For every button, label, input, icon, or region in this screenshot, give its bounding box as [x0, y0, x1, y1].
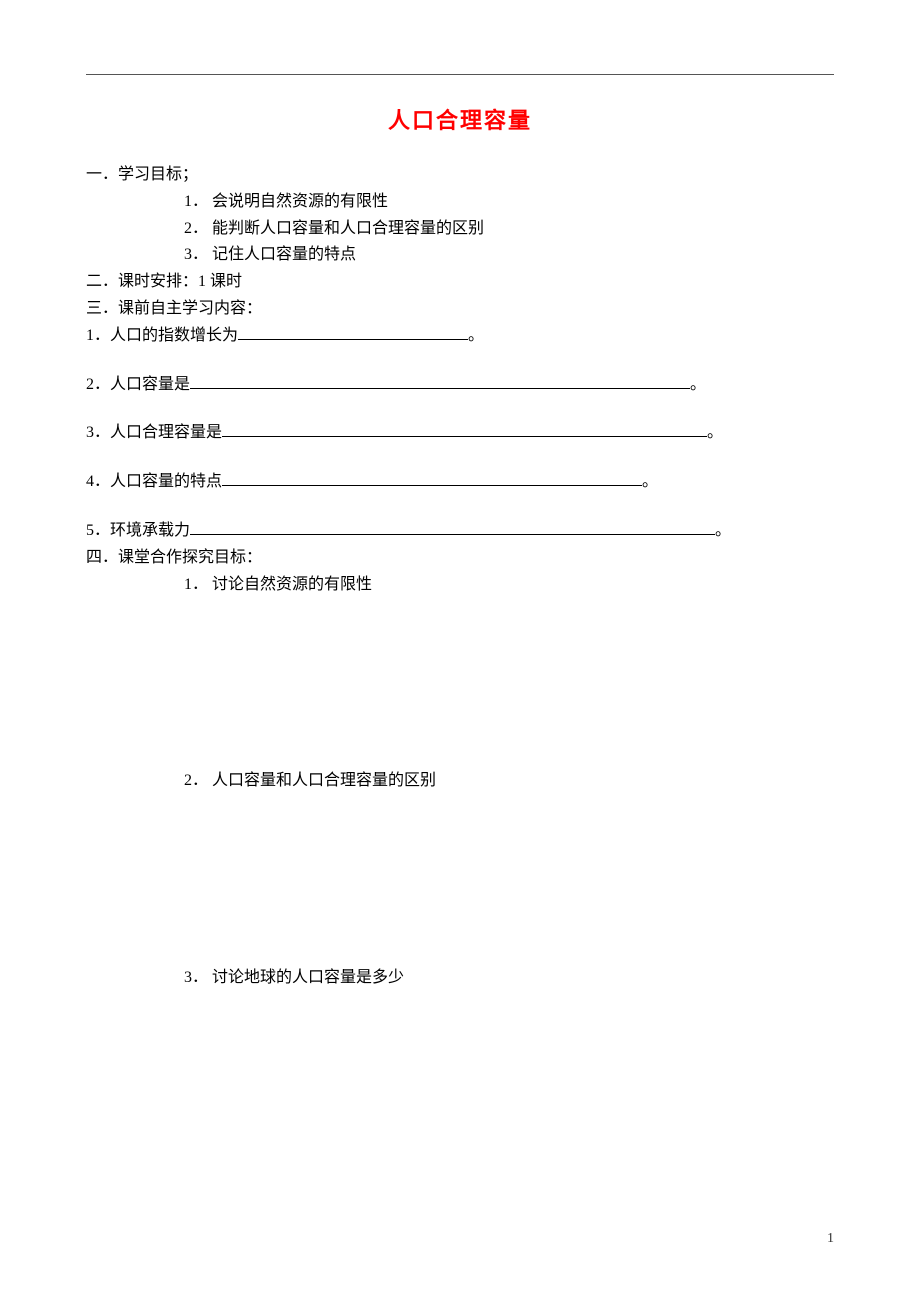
- section4-heading: 四．课堂合作探究目标：: [86, 546, 834, 571]
- document-page: 人口合理容量 一．学习目标； 1． 会说明自然资源的有限性 2． 能判断人口容量…: [0, 0, 920, 991]
- section4-item: 1． 讨论自然资源的有限性: [86, 573, 834, 598]
- list-text: 能判断人口容量和人口合理容量的区别: [212, 220, 484, 237]
- document-title: 人口合理容量: [86, 103, 834, 135]
- top-rule: [86, 74, 834, 75]
- question-4: 4．人口容量的特点 。: [86, 470, 834, 495]
- spacer: [86, 351, 834, 373]
- list-number: 1．: [184, 576, 208, 593]
- section4-item: 3． 讨论地球的人口容量是多少: [86, 966, 834, 991]
- question-2: 2．人口容量是 。: [86, 373, 834, 398]
- section3-heading: 三．课前自主学习内容：: [86, 297, 834, 322]
- list-number: 3．: [184, 246, 208, 263]
- period: 。: [690, 376, 706, 393]
- list-number: 2．: [184, 772, 208, 789]
- spacer: [86, 399, 834, 421]
- fill-blank[interactable]: [222, 421, 707, 437]
- list-text: 人口容量和人口合理容量的区别: [212, 772, 436, 789]
- fill-blank[interactable]: [238, 324, 468, 340]
- question-text: 2．人口容量是: [86, 376, 190, 393]
- section2-heading: 二．课时安排：1 课时: [86, 270, 834, 295]
- spacer: [86, 796, 834, 966]
- question-text: 1．人口的指数增长为: [86, 327, 238, 344]
- question-3: 3．人口合理容量是 。: [86, 421, 834, 446]
- section1-heading: 一．学习目标；: [86, 163, 834, 188]
- spacer: [86, 448, 834, 470]
- question-5: 5．环境承载力 。: [86, 519, 834, 544]
- period: 。: [715, 522, 731, 539]
- fill-blank[interactable]: [190, 373, 690, 389]
- list-text: 记住人口容量的特点: [212, 246, 356, 263]
- period: 。: [468, 327, 484, 344]
- question-1: 1．人口的指数增长为 。: [86, 324, 834, 349]
- section4-item: 2． 人口容量和人口合理容量的区别: [86, 769, 834, 794]
- question-text: 5．环境承载力: [86, 522, 190, 539]
- list-number: 3．: [184, 969, 208, 986]
- page-number: 1: [827, 1231, 834, 1247]
- list-number: 2．: [184, 220, 208, 237]
- fill-blank[interactable]: [190, 519, 715, 535]
- list-number: 1．: [184, 193, 208, 210]
- spacer: [86, 497, 834, 519]
- question-text: 3．人口合理容量是: [86, 424, 222, 441]
- section1-item: 3． 记住人口容量的特点: [86, 243, 834, 268]
- period: 。: [642, 473, 658, 490]
- spacer: [86, 599, 834, 769]
- period: 。: [707, 424, 723, 441]
- list-text: 会说明自然资源的有限性: [212, 193, 388, 210]
- list-text: 讨论自然资源的有限性: [212, 576, 372, 593]
- list-text: 讨论地球的人口容量是多少: [212, 969, 404, 986]
- question-text: 4．人口容量的特点: [86, 473, 222, 490]
- section1-item: 2． 能判断人口容量和人口合理容量的区别: [86, 217, 834, 242]
- section1-item: 1． 会说明自然资源的有限性: [86, 190, 834, 215]
- fill-blank[interactable]: [222, 470, 642, 486]
